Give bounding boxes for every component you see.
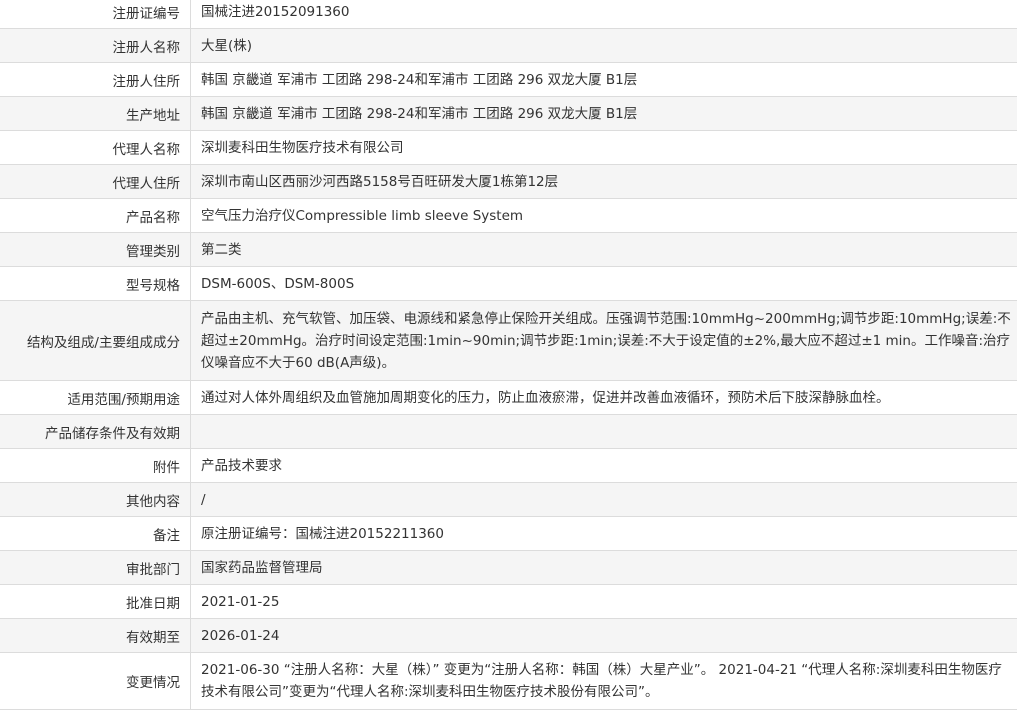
row-registrant-address: 注册人住所 韩国 京畿道 军浦市 工团路 298-24和军浦市 工团路 296 … <box>0 62 1017 97</box>
row-label: 代理人名称 <box>0 130 191 165</box>
row-label: 有效期至 <box>0 618 191 653</box>
row-label: 产品储存条件及有效期 <box>0 414 191 449</box>
row-value: 空气压力治疗仪Compressible limb sleeve System <box>190 198 1017 233</box>
row-label: 附件 <box>0 448 191 483</box>
row-registration-number: 注册证编号 国械注进20152091360 <box>0 0 1017 29</box>
row-other-content: 其他内容 / <box>0 482 1017 517</box>
row-change-history: 变更情况 2021-06-30 “注册人名称：大星（株）” 变更为“注册人名称：… <box>0 652 1017 710</box>
row-label: 注册证编号 <box>0 0 191 29</box>
row-value: 2021-06-30 “注册人名称：大星（株）” 变更为“注册人名称：韩国（株）… <box>190 652 1017 710</box>
row-label: 代理人住所 <box>0 164 191 199</box>
row-management-class: 管理类别 第二类 <box>0 232 1017 267</box>
row-attachment: 附件 产品技术要求 <box>0 448 1017 483</box>
row-label: 适用范围/预期用途 <box>0 380 191 415</box>
row-value: 2021-01-25 <box>190 584 1017 619</box>
row-label: 审批部门 <box>0 550 191 585</box>
row-storage-validity: 产品储存条件及有效期 <box>0 414 1017 449</box>
row-agent-address: 代理人住所 深圳市南山区西丽沙河西路5158号百旺研发大厦1栋第12层 <box>0 164 1017 199</box>
row-value: 国械注进20152091360 <box>190 0 1017 29</box>
row-label: 注册人住所 <box>0 62 191 97</box>
row-label: 生产地址 <box>0 96 191 131</box>
row-value: 原注册证编号：国械注进20152211360 <box>190 516 1017 551</box>
row-label: 备注 <box>0 516 191 551</box>
row-registrant-name: 注册人名称 大星(株) <box>0 28 1017 63</box>
row-label: 型号规格 <box>0 266 191 301</box>
row-approval-department: 审批部门 国家药品监督管理局 <box>0 550 1017 585</box>
row-value: 国家药品监督管理局 <box>190 550 1017 585</box>
row-label: 其他内容 <box>0 482 191 517</box>
row-value: / <box>190 482 1017 517</box>
row-approval-date: 批准日期 2021-01-25 <box>0 584 1017 619</box>
row-label: 管理类别 <box>0 232 191 267</box>
row-value: 韩国 京畿道 军浦市 工团路 298-24和军浦市 工团路 296 双龙大厦 B… <box>190 96 1017 131</box>
row-remarks: 备注 原注册证编号：国械注进20152211360 <box>0 516 1017 551</box>
row-value: 产品技术要求 <box>190 448 1017 483</box>
row-intended-use: 适用范围/预期用途 通过对人体外周组织及血管施加周期变化的压力，防止血液瘀滞，促… <box>0 380 1017 415</box>
row-label: 变更情况 <box>0 652 191 710</box>
row-value: 第二类 <box>190 232 1017 267</box>
row-label: 注册人名称 <box>0 28 191 63</box>
row-value: 产品由主机、充气软管、加压袋、电源线和紧急停止保险开关组成。压强调节范围:10m… <box>190 300 1017 381</box>
row-value: 大星(株) <box>190 28 1017 63</box>
row-product-name: 产品名称 空气压力治疗仪Compressible limb sleeve Sys… <box>0 198 1017 233</box>
row-value: 通过对人体外周组织及血管施加周期变化的压力，防止血液瘀滞，促进并改善血液循环，预… <box>190 380 1017 415</box>
row-structure-composition: 结构及组成/主要组成成分 产品由主机、充气软管、加压袋、电源线和紧急停止保险开关… <box>0 300 1017 381</box>
row-value: 韩国 京畿道 军浦市 工团路 298-24和军浦市 工团路 296 双龙大厦 B… <box>190 62 1017 97</box>
row-production-address: 生产地址 韩国 京畿道 军浦市 工团路 298-24和军浦市 工团路 296 双… <box>0 96 1017 131</box>
row-valid-until: 有效期至 2026-01-24 <box>0 618 1017 653</box>
row-value: 2026-01-24 <box>190 618 1017 653</box>
row-label: 批准日期 <box>0 584 191 619</box>
row-value: 深圳麦科田生物医疗技术有限公司 <box>190 130 1017 165</box>
row-value: DSM-600S、DSM-800S <box>190 266 1017 301</box>
row-value: 深圳市南山区西丽沙河西路5158号百旺研发大厦1栋第12层 <box>190 164 1017 199</box>
row-label: 产品名称 <box>0 198 191 233</box>
row-value <box>190 414 1017 449</box>
row-model-spec: 型号规格 DSM-600S、DSM-800S <box>0 266 1017 301</box>
row-label: 结构及组成/主要组成成分 <box>0 300 191 381</box>
registration-info-table: 注册证编号 国械注进20152091360 注册人名称 大星(株) 注册人住所 … <box>0 0 1017 710</box>
row-agent-name: 代理人名称 深圳麦科田生物医疗技术有限公司 <box>0 130 1017 165</box>
